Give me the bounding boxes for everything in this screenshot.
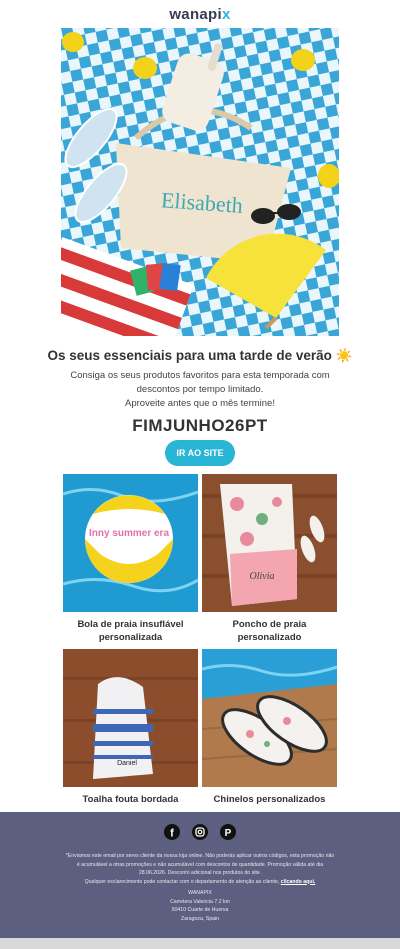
social-links: f P <box>0 823 400 841</box>
lemon <box>318 164 339 188</box>
lemon <box>62 32 84 52</box>
product-image-beach-ball[interactable]: Inny summer era <box>63 474 198 612</box>
product-card[interactable]: Chinelos personalizados <box>202 649 337 806</box>
legal-disclaimer: *Enviamos este email por seres cliente d… <box>60 852 340 886</box>
product-image-fouta-towel[interactable]: Daniel <box>63 649 198 787</box>
logo-text: wanapix <box>169 6 231 23</box>
footer: f P *Enviamos este email por seres clien… <box>0 812 400 938</box>
lemon <box>133 57 157 79</box>
svg-text:f: f <box>170 827 174 839</box>
go-to-site-button[interactable]: IR AO SITE <box>165 440 235 466</box>
svg-text:Inny summer era: Inny summer era <box>89 528 169 539</box>
instagram-icon[interactable] <box>192 823 208 840</box>
svg-text:Olivia: Olivia <box>250 571 275 582</box>
contact-line: Qualquer esclarecimento pode contactar c… <box>60 878 340 887</box>
address-line: 50410 Cuarte de Huerva <box>171 907 229 913</box>
wanapix-logo[interactable]: wanapix <box>0 6 400 23</box>
playing-card <box>159 262 181 292</box>
product-card[interactable]: Daniel Toalha fouta bordada <box>63 649 198 806</box>
pinterest-icon[interactable]: P <box>220 823 237 840</box>
summer-essentials-illustration: Elisabeth <box>61 28 339 336</box>
logo-accent-letter: x <box>222 6 231 23</box>
product-label[interactable]: Toalha fouta bordada <box>63 793 198 806</box>
product-card[interactable]: Olivia Poncho de praia personalizado <box>202 474 337 644</box>
product-label[interactable]: Bola de praia insuflável personalizada <box>63 618 198 644</box>
contact-link[interactable]: clicando aqui. <box>281 879 316 885</box>
product-label[interactable]: Poncho de praia personalizado <box>202 618 337 644</box>
company-address: WANAPIX Carretera Valencia 7.2 km 50410 … <box>0 889 400 923</box>
address-line: Carretera Valencia 7.2 km <box>170 898 230 905</box>
lemon <box>291 49 315 71</box>
product-label[interactable]: Chinelos personalizados <box>202 793 337 806</box>
company-name: WANAPIX <box>188 890 212 896</box>
disclaimer-line: é acumulável a otras promoções e não acu… <box>76 861 324 868</box>
disclaimer-line: *Enviamos este email por seres cliente d… <box>65 853 335 859</box>
svg-text:Daniel: Daniel <box>117 760 137 767</box>
product-image-flip-flops[interactable] <box>202 649 337 787</box>
promo-subtext: Consiga os seus produtos favoritos para … <box>70 369 330 411</box>
hero-image[interactable]: Elisabeth <box>61 28 339 336</box>
promo-headline: Os seus essenciais para uma tarde de ver… <box>47 348 353 363</box>
bottom-bar <box>0 938 400 949</box>
contact-text: Qualquer esclarecimento pode contactar c… <box>84 878 280 885</box>
subtext-line: Consiga os seus produtos favoritos para … <box>70 370 330 381</box>
discount-code: FIMJUNHO26PT <box>132 416 268 435</box>
facebook-icon[interactable]: f <box>163 823 180 840</box>
subtext-line: Aproveite antes que o mês termine! <box>125 398 275 409</box>
address-line: Zaragoza, Spain <box>180 915 220 922</box>
svg-text:P: P <box>225 828 232 839</box>
product-image-poncho[interactable]: Olivia <box>202 474 337 612</box>
disclaimer-line: 28.06.2026. Desconto adicional nos produ… <box>138 870 262 876</box>
product-card[interactable]: Inny summer era Bola de praia insuflável… <box>63 474 198 644</box>
subtext-line: descontos por tempo limitado. <box>136 384 264 395</box>
